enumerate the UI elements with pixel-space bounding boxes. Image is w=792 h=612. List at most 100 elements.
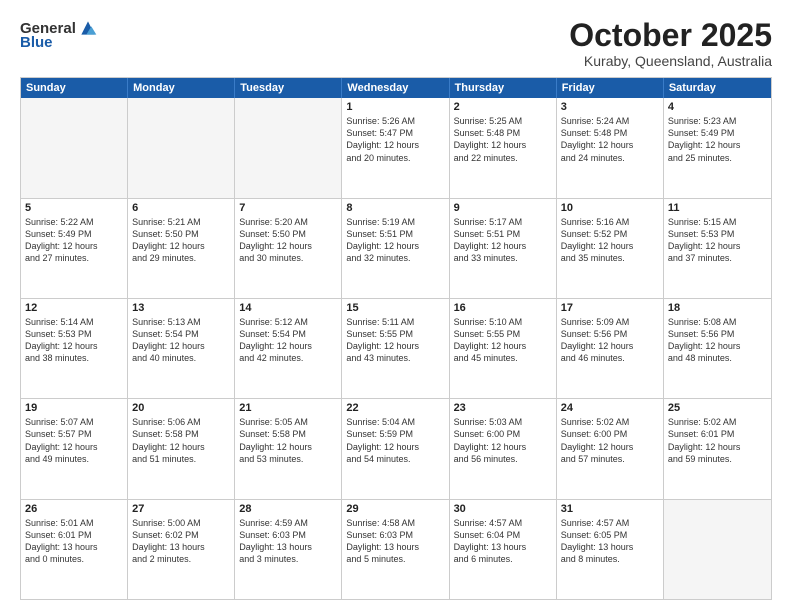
cell-text: Sunrise: 5:21 AM Sunset: 5:50 PM Dayligh…: [132, 216, 230, 265]
calendar-cell: [664, 500, 771, 599]
calendar-row: 19 Sunrise: 5:07 AM Sunset: 5:57 PM Dayli…: [21, 398, 771, 498]
day-number: 2: [454, 101, 552, 113]
weekday-header-wednesday: Wednesday: [342, 78, 449, 98]
weekday-header-monday: Monday: [128, 78, 235, 98]
calendar-cell: [21, 98, 128, 197]
calendar-header: SundayMondayTuesdayWednesdayThursdayFrid…: [21, 78, 771, 98]
cell-text: Sunrise: 5:12 AM Sunset: 5:54 PM Dayligh…: [239, 316, 337, 365]
calendar-cell: 17 Sunrise: 5:09 AM Sunset: 5:56 PM Dayli…: [557, 299, 664, 398]
cell-text: Sunrise: 5:07 AM Sunset: 5:57 PM Dayligh…: [25, 416, 123, 465]
calendar-cell: 4Sunrise: 5:23 AM Sunset: 5:49 PM Daylig…: [664, 98, 771, 197]
day-number: 9: [454, 202, 552, 214]
calendar-cell: 19 Sunrise: 5:07 AM Sunset: 5:57 PM Dayli…: [21, 399, 128, 498]
day-number: 16: [454, 302, 552, 314]
calendar-cell: 11 Sunrise: 5:15 AM Sunset: 5:53 PM Dayli…: [664, 199, 771, 298]
day-number: 30: [454, 503, 552, 515]
day-number: 19: [25, 402, 123, 414]
calendar-cell: 18 Sunrise: 5:08 AM Sunset: 5:56 PM Dayli…: [664, 299, 771, 398]
day-number: 21: [239, 402, 337, 414]
day-number: 22: [346, 402, 444, 414]
logo-blue-text: Blue: [20, 34, 53, 51]
calendar-cell: 5 Sunrise: 5:22 AM Sunset: 5:49 PM Daylig…: [21, 199, 128, 298]
title-block: October 2025 Kuraby, Queensland, Austral…: [569, 18, 772, 69]
day-number: 6: [132, 202, 230, 214]
calendar-cell: 3Sunrise: 5:24 AM Sunset: 5:48 PM Daylig…: [557, 98, 664, 197]
weekday-header-thursday: Thursday: [450, 78, 557, 98]
calendar-cell: 16Sunrise: 5:10 AM Sunset: 5:55 PM Dayli…: [450, 299, 557, 398]
day-number: 25: [668, 402, 767, 414]
calendar-row: 5 Sunrise: 5:22 AM Sunset: 5:49 PM Daylig…: [21, 198, 771, 298]
day-number: 5: [25, 202, 123, 214]
calendar-cell: 22Sunrise: 5:04 AM Sunset: 5:59 PM Dayli…: [342, 399, 449, 498]
cell-text: Sunrise: 5:19 AM Sunset: 5:51 PM Dayligh…: [346, 216, 444, 265]
calendar-cell: 14 Sunrise: 5:12 AM Sunset: 5:54 PM Dayli…: [235, 299, 342, 398]
cell-text: Sunrise: 5:16 AM Sunset: 5:52 PM Dayligh…: [561, 216, 659, 265]
cell-text: Sunrise: 5:02 AM Sunset: 6:01 PM Dayligh…: [668, 416, 767, 465]
calendar-cell: 9 Sunrise: 5:17 AM Sunset: 5:51 PM Daylig…: [450, 199, 557, 298]
cell-text: Sunrise: 5:02 AM Sunset: 6:00 PM Dayligh…: [561, 416, 659, 465]
cell-text: Sunrise: 5:06 AM Sunset: 5:58 PM Dayligh…: [132, 416, 230, 465]
cell-text: Sunrise: 5:01 AM Sunset: 6:01 PM Dayligh…: [25, 517, 123, 566]
calendar-cell: 15 Sunrise: 5:11 AM Sunset: 5:55 PM Dayli…: [342, 299, 449, 398]
cell-text: Sunrise: 4:59 AM Sunset: 6:03 PM Dayligh…: [239, 517, 337, 566]
cell-text: Sunrise: 5:09 AM Sunset: 5:56 PM Dayligh…: [561, 316, 659, 365]
calendar-cell: 30 Sunrise: 4:57 AM Sunset: 6:04 PM Dayli…: [450, 500, 557, 599]
cell-text: Sunrise: 5:20 AM Sunset: 5:50 PM Dayligh…: [239, 216, 337, 265]
calendar-cell: 28 Sunrise: 4:59 AM Sunset: 6:03 PM Dayli…: [235, 500, 342, 599]
calendar-cell: 2Sunrise: 5:25 AM Sunset: 5:48 PM Daylig…: [450, 98, 557, 197]
day-number: 12: [25, 302, 123, 314]
calendar-cell: 12 Sunrise: 5:14 AM Sunset: 5:53 PM Dayli…: [21, 299, 128, 398]
cell-text: Sunrise: 5:26 AM Sunset: 5:47 PM Dayligh…: [346, 115, 444, 164]
calendar-row: 1 Sunrise: 5:26 AM Sunset: 5:47 PM Daylig…: [21, 98, 771, 197]
cell-text: Sunrise: 5:17 AM Sunset: 5:51 PM Dayligh…: [454, 216, 552, 265]
calendar-cell: 8 Sunrise: 5:19 AM Sunset: 5:51 PM Daylig…: [342, 199, 449, 298]
day-number: 1: [346, 101, 444, 113]
cell-text: Sunrise: 4:57 AM Sunset: 6:04 PM Dayligh…: [454, 517, 552, 566]
weekday-header-sunday: Sunday: [21, 78, 128, 98]
weekday-header-tuesday: Tuesday: [235, 78, 342, 98]
cell-text: Sunrise: 5:11 AM Sunset: 5:55 PM Dayligh…: [346, 316, 444, 365]
calendar-cell: [235, 98, 342, 197]
header: General Blue October 2025 Kuraby, Queens…: [20, 18, 772, 69]
calendar-cell: 23Sunrise: 5:03 AM Sunset: 6:00 PM Dayli…: [450, 399, 557, 498]
calendar-cell: 7 Sunrise: 5:20 AM Sunset: 5:50 PM Daylig…: [235, 199, 342, 298]
calendar-cell: 25 Sunrise: 5:02 AM Sunset: 6:01 PM Dayli…: [664, 399, 771, 498]
day-number: 18: [668, 302, 767, 314]
cell-text: Sunrise: 5:22 AM Sunset: 5:49 PM Dayligh…: [25, 216, 123, 265]
calendar-cell: [128, 98, 235, 197]
cell-text: Sunrise: 5:03 AM Sunset: 6:00 PM Dayligh…: [454, 416, 552, 465]
day-number: 31: [561, 503, 659, 515]
cell-text: Sunrise: 5:14 AM Sunset: 5:53 PM Dayligh…: [25, 316, 123, 365]
calendar-body: 1 Sunrise: 5:26 AM Sunset: 5:47 PM Daylig…: [21, 98, 771, 599]
day-number: 17: [561, 302, 659, 314]
day-number: 26: [25, 503, 123, 515]
day-number: 15: [346, 302, 444, 314]
day-number: 20: [132, 402, 230, 414]
day-number: 8: [346, 202, 444, 214]
logo: General Blue: [20, 18, 98, 51]
calendar-cell: 6 Sunrise: 5:21 AM Sunset: 5:50 PM Daylig…: [128, 199, 235, 298]
cell-text: Sunrise: 4:57 AM Sunset: 6:05 PM Dayligh…: [561, 517, 659, 566]
calendar: SundayMondayTuesdayWednesdayThursdayFrid…: [20, 77, 772, 600]
day-number: 13: [132, 302, 230, 314]
cell-text: Sunrise: 5:05 AM Sunset: 5:58 PM Dayligh…: [239, 416, 337, 465]
day-number: 11: [668, 202, 767, 214]
calendar-cell: 29Sunrise: 4:58 AM Sunset: 6:03 PM Dayli…: [342, 500, 449, 599]
calendar-cell: 1 Sunrise: 5:26 AM Sunset: 5:47 PM Daylig…: [342, 98, 449, 197]
cell-text: Sunrise: 4:58 AM Sunset: 6:03 PM Dayligh…: [346, 517, 444, 566]
day-number: 10: [561, 202, 659, 214]
day-number: 7: [239, 202, 337, 214]
cell-text: Sunrise: 5:13 AM Sunset: 5:54 PM Dayligh…: [132, 316, 230, 365]
cell-text: Sunrise: 5:15 AM Sunset: 5:53 PM Dayligh…: [668, 216, 767, 265]
cell-text: Sunrise: 5:08 AM Sunset: 5:56 PM Dayligh…: [668, 316, 767, 365]
cell-text: Sunrise: 5:24 AM Sunset: 5:48 PM Dayligh…: [561, 115, 659, 164]
calendar-row: 26 Sunrise: 5:01 AM Sunset: 6:01 PM Dayli…: [21, 499, 771, 599]
day-number: 14: [239, 302, 337, 314]
day-number: 4: [668, 101, 767, 113]
calendar-cell: 13 Sunrise: 5:13 AM Sunset: 5:54 PM Dayli…: [128, 299, 235, 398]
page: General Blue October 2025 Kuraby, Queens…: [0, 0, 792, 612]
day-number: 28: [239, 503, 337, 515]
day-number: 27: [132, 503, 230, 515]
logo-icon: [78, 18, 98, 38]
calendar-cell: 10 Sunrise: 5:16 AM Sunset: 5:52 PM Dayli…: [557, 199, 664, 298]
